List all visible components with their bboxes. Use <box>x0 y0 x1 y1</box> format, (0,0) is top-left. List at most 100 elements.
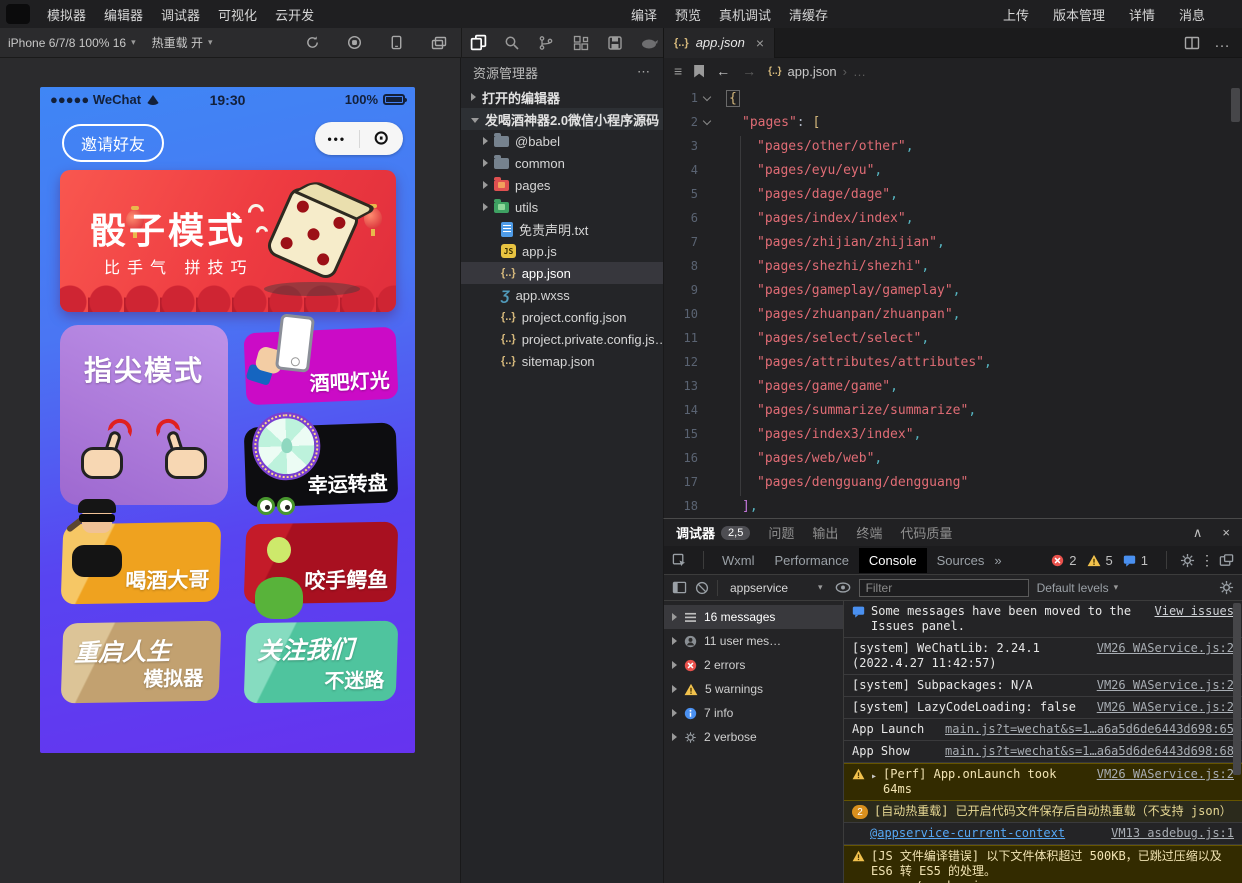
tab-console[interactable]: Console <box>859 548 927 573</box>
tab-sources[interactable]: Sources <box>927 548 995 573</box>
tree-item-babel[interactable]: @babel <box>461 130 663 152</box>
menu-preview[interactable]: 预览 <box>666 2 710 27</box>
explorer-activity-button[interactable] <box>464 31 492 55</box>
explorer-more-icon[interactable]: ⋯ <box>637 64 651 80</box>
tile-restart-life[interactable]: 重启人生 模拟器 <box>61 621 222 704</box>
tab-problems[interactable]: 问题 <box>768 523 794 542</box>
multi-window-button[interactable] <box>425 31 453 55</box>
menu-version-manage[interactable]: 版本管理 <box>1044 2 1114 27</box>
capsule-close-icon[interactable]: ⊙ <box>360 129 404 148</box>
tab-code-quality[interactable]: 代码质量 <box>900 523 952 542</box>
tree-item-project-private-config[interactable]: {..} project.private.config.js… <box>461 328 663 350</box>
context-link[interactable]: @appservice-current-context <box>870 826 1065 841</box>
hot-reload-toggle[interactable]: 热重载 开▾ <box>144 31 221 54</box>
more-tabs-icon[interactable]: » <box>994 553 1001 568</box>
cloud-activity-button[interactable] <box>635 31 663 55</box>
source-link[interactable]: main.js?t=wechat&s=1…a6a5d6de6443d698:65 <box>945 722 1234 737</box>
clear-console-icon[interactable] <box>695 581 709 595</box>
filter-input[interactable] <box>859 579 1029 597</box>
outline-icon[interactable]: ≡ <box>674 63 682 79</box>
menu-compile[interactable]: 编译 <box>622 2 666 27</box>
menu-upload[interactable]: 上传 <box>994 2 1038 27</box>
gear-icon[interactable] <box>1180 553 1195 568</box>
refresh-button[interactable] <box>299 31 327 55</box>
source-link[interactable]: VM26 WAService.js:2 <box>1097 700 1234 715</box>
tree-item-sitemap-json[interactable]: {..} sitemap.json <box>461 350 663 372</box>
record-button[interactable] <box>341 31 369 55</box>
extensions-activity-button[interactable] <box>567 31 595 55</box>
warning-count[interactable]: 5 <box>1106 553 1113 568</box>
device-selector[interactable]: iPhone 6/7/8 100% 16▾ <box>0 33 144 53</box>
dice-mode-banner[interactable]: 骰子模式 比手气 拼技巧 <box>60 170 396 312</box>
invite-friends-button[interactable]: 邀请好友 <box>62 124 164 162</box>
bookmark-icon[interactable] <box>694 65 704 78</box>
more-actions-icon[interactable]: … <box>1214 34 1230 52</box>
undock-icon[interactable] <box>1219 553 1234 567</box>
inspect-element-button[interactable] <box>664 553 695 568</box>
tile-follow-us[interactable]: 关注我们 不迷路 <box>244 621 399 704</box>
menu-clear-cache[interactable]: 清缓存 <box>780 2 837 27</box>
tab-wxml[interactable]: Wxml <box>712 548 765 573</box>
capsule-more-icon[interactable]: ••• <box>315 132 359 146</box>
split-editor-icon[interactable] <box>1184 36 1200 50</box>
tab-debugger[interactable]: 调试器 2,5 <box>676 523 750 542</box>
issue-count[interactable]: 1 <box>1141 553 1148 568</box>
sidebar-item-all-messages[interactable]: 16 messages <box>664 605 843 629</box>
sidebar-item-user-messages[interactable]: 11 user mes… <box>664 629 843 653</box>
tree-item-common[interactable]: common <box>461 152 663 174</box>
close-panel-icon[interactable]: × <box>1222 525 1230 541</box>
collapse-panel-icon[interactable]: ∧ <box>1193 525 1203 541</box>
menu-debugger[interactable]: 调试器 <box>152 2 209 27</box>
phone-rotate-button[interactable] <box>383 31 411 55</box>
tab-output[interactable]: 输出 <box>812 523 838 542</box>
source-link[interactable]: VM26 WAService.js:2 <box>1097 678 1234 693</box>
menu-messages[interactable]: 消息 <box>1170 2 1214 27</box>
tab-performance[interactable]: Performance <box>765 548 859 573</box>
storage-activity-button[interactable] <box>601 31 629 55</box>
issues-icon[interactable] <box>1123 554 1136 567</box>
error-icon[interactable] <box>1051 554 1064 567</box>
tab-terminal[interactable]: 终端 <box>856 523 882 542</box>
back-icon[interactable]: ← <box>716 63 730 79</box>
sidebar-item-errors[interactable]: 2 errors <box>664 653 843 677</box>
tile-bar-lighting[interactable]: 酒吧灯光 <box>244 327 399 406</box>
tree-item-app-json[interactable]: {..} app.json <box>461 262 663 284</box>
breadcrumb[interactable]: {..} app.json › … <box>768 64 866 79</box>
sidebar-toggle-icon[interactable] <box>672 581 687 594</box>
warning-icon[interactable] <box>1087 554 1101 567</box>
close-tab-icon[interactable]: × <box>756 35 764 51</box>
sidebar-item-info[interactable]: 7 info <box>664 701 843 725</box>
menu-visualization[interactable]: 可视化 <box>209 2 266 27</box>
editor-scrollbar-thumb[interactable] <box>1231 88 1240 122</box>
menu-cloud-dev[interactable]: 云开发 <box>266 2 323 27</box>
log-levels-selector[interactable]: Default levels ▾ <box>1037 581 1119 595</box>
eye-icon[interactable] <box>835 582 851 593</box>
console-scrollbar-thumb[interactable] <box>1233 603 1241 775</box>
console-settings-gear-icon[interactable] <box>1219 580 1234 595</box>
tree-item-utils[interactable]: utils <box>461 196 663 218</box>
expand-arrow-icon[interactable]: ▸ <box>871 769 877 784</box>
source-link[interactable]: VM13 asdebug.js:1 <box>1111 826 1234 841</box>
menu-simulator[interactable]: 模拟器 <box>38 2 95 27</box>
project-root-folder[interactable]: 发喝酒神器2.0微信小程序源码 <box>461 108 663 130</box>
tree-item-app-wxss[interactable]: Ʒ app.wxss <box>461 284 663 306</box>
menu-editor[interactable]: 编辑器 <box>95 2 152 27</box>
menu-details[interactable]: 详情 <box>1120 2 1164 27</box>
tree-item-project-config[interactable]: {..} project.config.json <box>461 306 663 328</box>
miniprogram-capsule[interactable]: ••• ⊙ <box>315 122 403 155</box>
view-issues-link[interactable]: View issues <box>1155 604 1234 619</box>
menu-real-device-debug[interactable]: 真机调试 <box>710 2 780 27</box>
tile-fingertip-mode[interactable]: 指尖模式 <box>60 325 228 505</box>
kebab-menu-icon[interactable]: ⋮ <box>1200 552 1214 569</box>
tree-item-app-js[interactable]: JS app.js <box>461 240 663 262</box>
tree-item-disclaimer-txt[interactable]: 免责声明.txt <box>461 218 663 240</box>
forward-icon[interactable]: → <box>742 63 756 79</box>
context-selector[interactable]: appservice ▾ <box>726 581 827 595</box>
tree-item-pages[interactable]: pages <box>461 174 663 196</box>
sidebar-item-verbose[interactable]: 2 verbose <box>664 725 843 749</box>
search-activity-button[interactable] <box>498 31 526 55</box>
source-link[interactable]: VM26 WAService.js:2 <box>1097 641 1234 656</box>
open-editors-section[interactable]: 打开的编辑器 <box>461 86 663 108</box>
source-link[interactable]: VM26 WAService.js:2 <box>1097 767 1234 782</box>
git-activity-button[interactable] <box>532 31 560 55</box>
